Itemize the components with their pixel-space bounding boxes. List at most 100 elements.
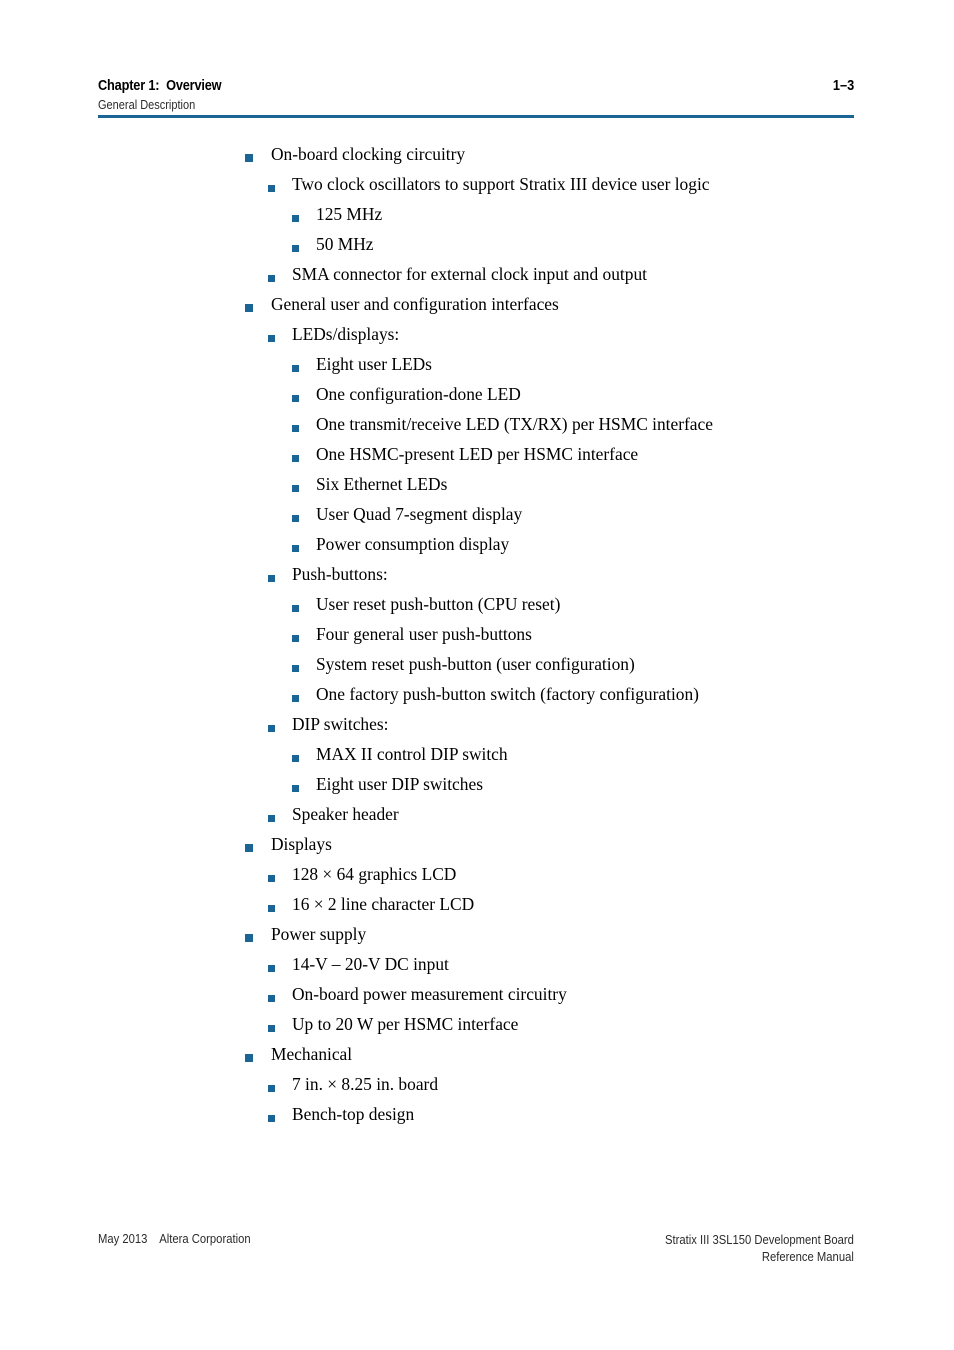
square-bullet-icon [292,245,299,252]
section-title: General Description [98,98,196,112]
list-item-label: 125 MHz [316,204,383,224]
document-page: Chapter 1: Overview 1–3 General Descript… [0,0,954,1350]
square-bullet-icon [268,725,275,732]
list-item-label: One factory push-button switch (factory … [316,684,699,704]
list-item-label: Up to 20 W per HSMC interface [292,1014,519,1034]
page-number: 1–3 [832,78,854,94]
list-item: MAX II control DIP switch [0,745,954,776]
footer-manual-subtitle: Reference Manual [762,1249,854,1264]
list-item: One transmit/receive LED (TX/RX) per HSM… [0,414,954,446]
list-item-label: On-board clocking circuitry [271,144,466,164]
square-bullet-icon [268,1025,275,1032]
list-item: One configuration-done LED [0,384,954,416]
list-item: Eight user LEDs [0,354,954,386]
list-item-label: 16 × 2 line character LCD [292,894,475,914]
list-item: Up to 20 W per HSMC interface [0,1014,954,1046]
list-item-label: 50 MHz [316,234,374,254]
list-item-label: One HSMC-present LED per HSMC interface [316,444,639,464]
header-rule [98,115,854,118]
list-item-label: General user and configuration interface… [271,294,559,314]
list-item-label: Four general user push-buttons [316,624,532,644]
header-top-row: Chapter 1: Overview 1–3 [98,78,854,94]
square-bullet-icon [245,154,253,162]
list-item: Power consumption display [0,534,954,566]
list-item: 50 MHz [0,234,954,266]
footer-right-text: Stratix III 3SL150 Development Board Ref… [665,1232,854,1266]
list-item: Six Ethernet LEDs [0,474,954,506]
square-bullet-icon [292,605,299,612]
list-item-label: Two clock oscillators to support Stratix… [292,174,710,194]
list-item: Push-buttons: [0,564,954,596]
list-item-label: DIP switches: [292,714,389,734]
square-bullet-icon [268,905,275,912]
square-bullet-icon [268,995,275,1002]
list-item-label: One transmit/receive LED (TX/RX) per HSM… [316,414,713,434]
square-bullet-icon [292,485,299,492]
square-bullet-icon [245,934,253,942]
bullet-list: On-board clocking circuitry Two clock osc… [0,144,954,1136]
list-item-label: SMA connector for external clock input a… [292,264,647,284]
list-item-label: Eight user DIP switches [316,774,483,794]
list-item-label: 128 × 64 graphics LCD [292,864,457,884]
list-item-label: Power consumption display [316,534,510,554]
list-item: SMA connector for external clock input a… [0,264,954,296]
square-bullet-icon [268,575,275,582]
list-item-label: Power supply [271,924,367,944]
list-item-label: Six Ethernet LEDs [316,474,448,494]
list-item: General user and configuration interface… [0,294,954,326]
list-item: LEDs/displays: [0,324,954,356]
list-item-label: Speaker header [292,804,399,824]
square-bullet-icon [292,785,299,792]
square-bullet-icon [292,215,299,222]
list-item: Bench-top design [0,1104,954,1136]
page-footer: May 2013 Altera Corporation Stratix III … [98,1232,854,1266]
list-item: User Quad 7-segment display [0,504,954,536]
list-item-label: Bench-top design [292,1104,415,1124]
square-bullet-icon [268,875,275,882]
list-item: Eight user DIP switches [0,774,954,806]
square-bullet-icon [292,365,299,372]
list-item-label: 7 in. × 8.25 in. board [292,1074,439,1094]
chapter-title: Chapter 1: Overview [98,78,222,94]
list-item: Two clock oscillators to support Stratix… [0,174,954,206]
list-item-label: Mechanical [271,1044,353,1064]
square-bullet-icon [268,965,275,972]
list-item: Speaker header [0,804,954,836]
list-item: 7 in. × 8.25 in. board [0,1074,954,1106]
list-item: User reset push-button (CPU reset) [0,594,954,626]
square-bullet-icon [292,755,299,762]
list-item-label: User Quad 7-segment display [316,504,523,524]
square-bullet-icon [292,425,299,432]
list-item-label: Displays [271,834,332,854]
list-item: 125 MHz [0,204,954,236]
list-item: DIP switches: [0,714,954,746]
square-bullet-icon [268,815,275,822]
page-header: Chapter 1: Overview 1–3 General Descript… [98,78,854,112]
list-item: 128 × 64 graphics LCD [0,864,954,896]
list-item-label: System reset push-button (user configura… [316,654,635,674]
footer-left-text: May 2013 Altera Corporation [98,1232,251,1246]
square-bullet-icon [292,695,299,702]
square-bullet-icon [268,275,275,282]
list-item: On-board power measurement circuitry [0,985,954,1016]
square-bullet-icon [292,545,299,552]
list-item-label: Push-buttons: [292,564,388,584]
list-item-label: User reset push-button (CPU reset) [316,594,561,614]
list-item: One HSMC-present LED per HSMC interface [0,444,954,476]
square-bullet-icon [245,1054,253,1062]
square-bullet-icon [292,395,299,402]
list-item: One factory push-button switch (factory … [0,684,954,716]
list-item-label: LEDs/displays: [292,324,400,344]
square-bullet-icon [245,844,253,852]
square-bullet-icon [268,1085,275,1092]
list-item: 16 × 2 line character LCD [0,894,954,926]
square-bullet-icon [292,455,299,462]
list-item: Power supply [0,924,954,956]
list-item-label: Eight user LEDs [316,354,432,374]
footer-manual-title: Stratix III 3SL150 Development Board [665,1233,854,1247]
square-bullet-icon [268,335,275,342]
list-item: Mechanical [0,1044,954,1076]
square-bullet-icon [268,1115,275,1122]
square-bullet-icon [245,304,253,312]
list-item-label: One configuration-done LED [316,384,521,404]
